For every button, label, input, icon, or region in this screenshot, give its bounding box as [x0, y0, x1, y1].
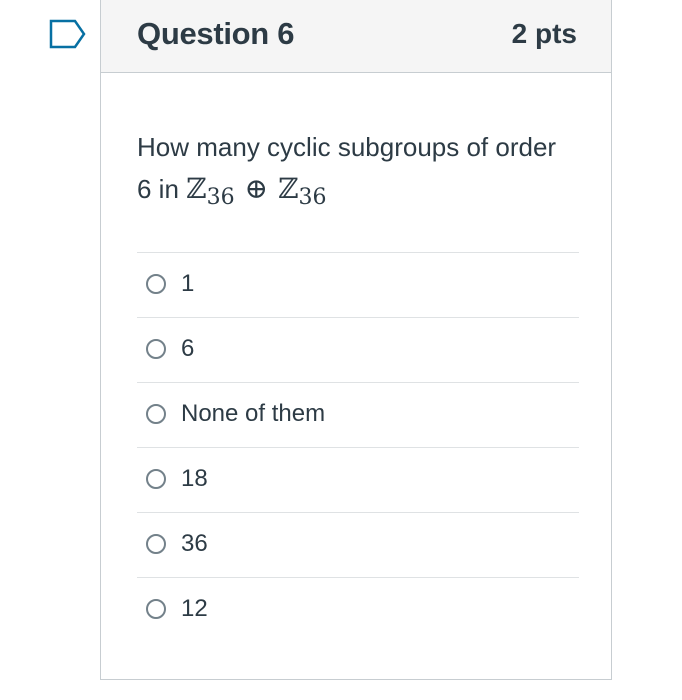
question-title: Question 6	[137, 16, 295, 51]
set-symbol: ℤ	[186, 172, 207, 205]
answer-option[interactable]: 18	[137, 447, 579, 512]
answer-label: 1	[181, 270, 195, 297]
question-header: Question 6 2 pts	[101, 0, 611, 73]
answer-option[interactable]: 6	[137, 317, 579, 382]
radio-button-icon[interactable]	[146, 469, 166, 489]
math-term-1: ℤ36	[186, 172, 234, 209]
radio-button-icon[interactable]	[146, 274, 166, 294]
math-term-2: ℤ36	[278, 172, 326, 209]
answer-label: 6	[181, 335, 195, 362]
answer-label: 18	[181, 465, 208, 492]
answer-label: None of them	[181, 400, 326, 427]
set-symbol: ℤ	[278, 172, 299, 205]
radio-button-icon[interactable]	[146, 534, 166, 554]
direct-sum-operator: ⊕	[244, 172, 269, 205]
question-text-prefix: 6 in	[137, 174, 179, 204]
set-subscript: 36	[298, 185, 327, 210]
radio-button-icon[interactable]	[146, 404, 166, 424]
flag-question-icon[interactable]	[49, 19, 87, 49]
question-text-intro: How many cyclic subgroups of order	[137, 132, 557, 162]
answer-option[interactable]: 12	[137, 577, 579, 642]
answer-label: 12	[181, 595, 208, 622]
set-subscript: 36	[206, 185, 235, 210]
question-card: Question 6 2 pts How many cyclic subgrou…	[100, 0, 612, 680]
radio-button-icon[interactable]	[146, 339, 166, 359]
answer-option[interactable]: 1	[137, 252, 579, 317]
answer-option[interactable]: None of them	[137, 382, 579, 447]
question-points: 2 pts	[511, 18, 577, 49]
radio-button-icon[interactable]	[146, 599, 166, 619]
answer-label: 36	[181, 530, 208, 557]
answer-list: 1 6 None of them 18 36 12	[137, 252, 579, 642]
answer-option[interactable]: 36	[137, 512, 579, 577]
question-text: How many cyclic subgroups of order 6 in …	[137, 126, 587, 210]
